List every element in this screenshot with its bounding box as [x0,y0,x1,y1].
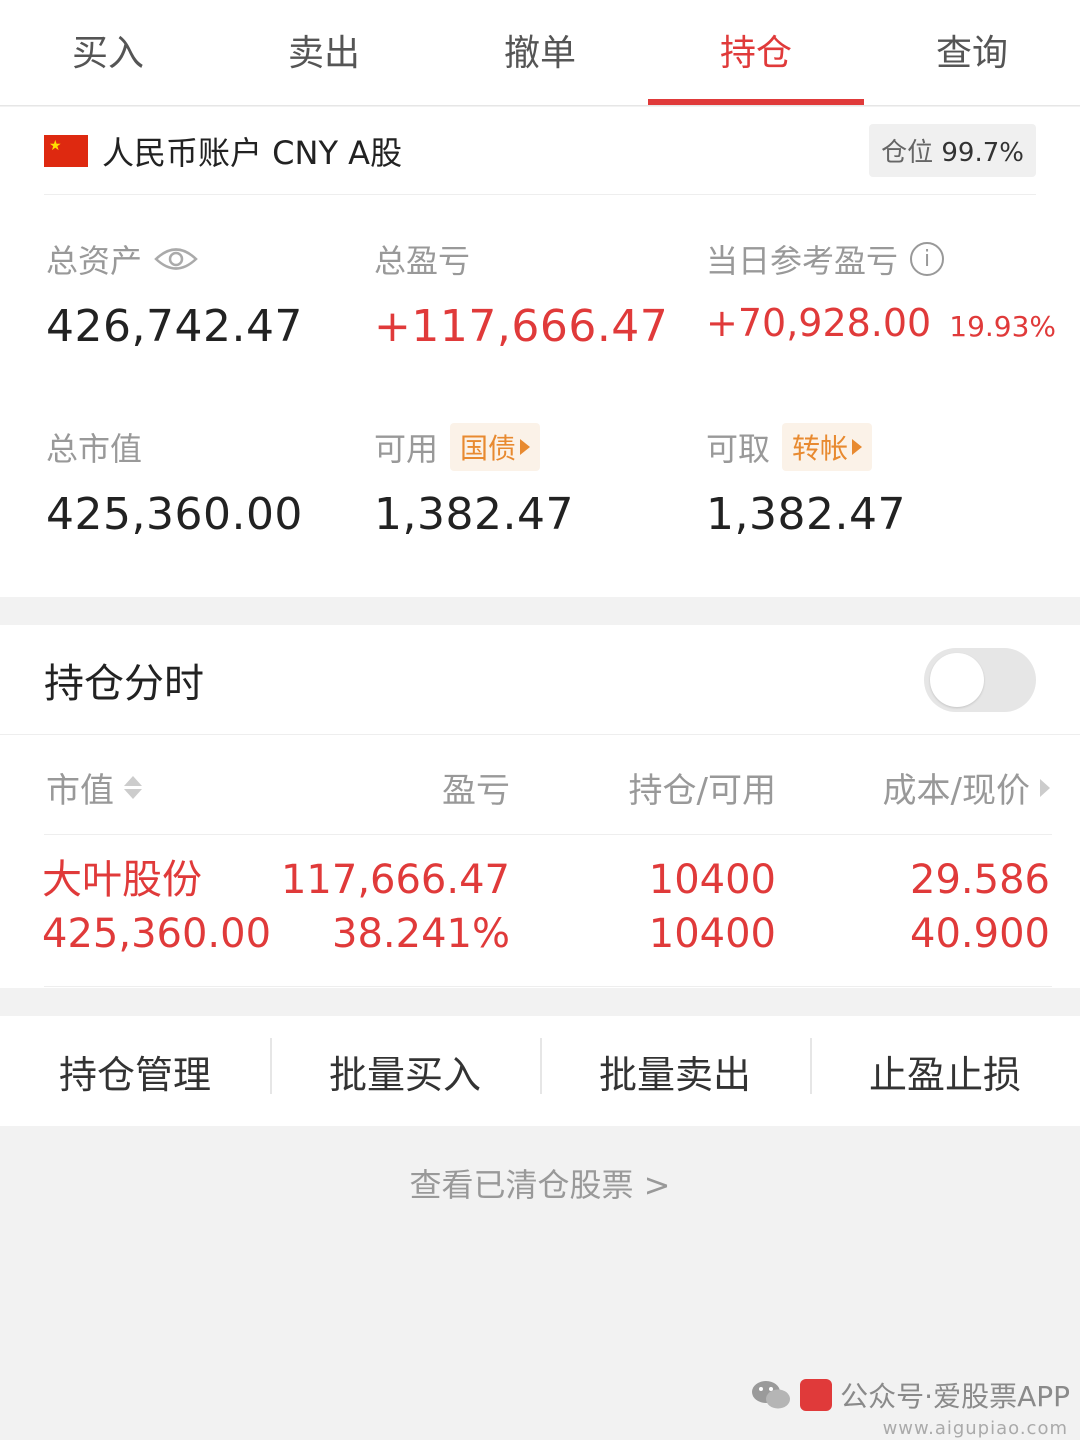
table-row[interactable]: 大叶股份 425,360.00 117,666.47 38.241% 10400… [42,835,1052,987]
account-row: 人民币账户 CNY A股 仓位 99.7% [44,107,1036,195]
stock-pnl-percent: 38.241% [332,911,510,957]
tab-query[interactable]: 查询 [864,0,1080,105]
batch-buy-button[interactable]: 批量买入 [270,1037,540,1099]
stock-pnl: 117,666.47 [280,857,510,903]
total-pnl-label: 总盈亏 [374,242,471,280]
holdings-column-header: 市值 盈亏 持仓/可用 成本/现价 [44,735,1052,835]
stock-price: 40.900 [910,911,1050,957]
withdrawable-block: 可取 转帐 1,382.47 [706,423,906,540]
holdings-timeshare-toggle[interactable] [924,647,1036,712]
holdings-title: 持仓分时 [44,660,204,707]
holding-cost-cell: 29.586 40.900 [910,853,1050,961]
market-value-block: 总市值 425,360.00 [46,427,303,540]
today-pnl-value: +70,928.00 [706,301,932,345]
position-badge: 仓位 99.7% [869,124,1036,177]
position-label: 仓位 [881,138,934,168]
stock-cost: 29.586 [910,857,1050,903]
stock-available: 10400 [648,911,776,957]
bond-tag-button[interactable]: 国债 [450,423,541,471]
total-pnl-block: 总盈亏 +117,666.47 [374,239,668,352]
total-assets-block: 总资产 426,742.47 [46,239,303,352]
account-name: 人民币账户 CNY A股 [102,133,403,172]
available-value: 1,382.47 [374,489,574,540]
position-value: 99.7% [941,138,1024,168]
stock-market-value: 425,360.00 [42,911,272,957]
column-pnl-label: 盈亏 [442,771,510,811]
today-pnl-label: 当日参考盈亏 [706,242,899,280]
holdings-card: 持仓分时 市值 盈亏 持仓/可用 成本/现价 大叶股份 425,360.00 1… [0,625,1080,988]
tab-sell[interactable]: 卖出 [216,0,432,105]
toggle-knob [930,652,984,707]
holding-position-cell: 10400 10400 [649,853,776,961]
watermark: 公众号·爱股票APP [750,1375,1070,1415]
batch-sell-button[interactable]: 批量卖出 [540,1037,810,1099]
transfer-tag-button[interactable]: 转帐 [782,423,873,471]
holdings-action-bar: 持仓管理 批量买入 批量卖出 止盈止损 [0,1016,1080,1126]
account-summary-card: 人民币账户 CNY A股 仓位 99.7% 总资产 426,742.47 总盈亏… [0,107,1080,597]
info-icon[interactable]: i [910,242,945,276]
transfer-tag-label: 转帐 [792,432,849,465]
view-cleared-stocks-link[interactable]: 查看已清仓股票 > [0,1160,1080,1206]
market-value-value: 425,360.00 [46,489,303,540]
withdrawable-label: 可取 [706,430,771,468]
bond-tag-label: 国债 [460,432,517,465]
wechat-icon [752,1381,791,1409]
holding-pnl-cell: 117,666.47 38.241% [281,853,510,961]
top-tab-bar: 买入 卖出 撤单 持仓 查询 [0,0,1080,106]
play-arrow-icon [852,439,863,455]
play-arrow-icon [520,439,531,455]
watermark-site: www.aigupiao.com [882,1418,1068,1439]
column-market-value-label: 市值 [46,771,114,811]
withdrawable-value: 1,382.47 [706,489,906,540]
total-pnl-value: +117,666.47 [374,301,669,352]
china-flag-icon [44,134,88,167]
market-value-label: 总市值 [46,430,143,468]
stock-name: 大叶股份 [42,857,202,903]
app-logo-icon [800,1379,833,1411]
column-position-label: 持仓/可用 [628,771,776,811]
today-pnl-block: 当日参考盈亏 i +70,928.00 19.93% [706,239,1056,345]
available-label: 可用 [374,430,439,468]
stock-position: 10400 [648,857,776,903]
tab-cancel[interactable]: 撤单 [432,0,648,105]
column-cost-price-label: 成本/现价 [882,771,1030,811]
sort-icon [124,776,142,799]
eye-icon[interactable] [154,246,198,272]
tab-buy[interactable]: 买入 [0,0,216,105]
holdings-header: 持仓分时 [0,625,1080,735]
available-block: 可用 国债 1,382.47 [374,423,574,540]
column-position: 持仓/可用 [629,763,776,812]
watermark-text: 公众号·爱股票APP [840,1380,1070,1413]
total-assets-value: 426,742.47 [46,301,303,352]
holding-name-cell: 大叶股份 425,360.00 [42,853,271,961]
today-pnl-percent: 19.93% [949,310,1057,343]
position-management-button[interactable]: 持仓管理 [0,1044,270,1099]
total-assets-label: 总资产 [46,242,143,280]
column-pnl: 盈亏 [442,763,510,812]
chevron-right-icon [1040,778,1050,797]
column-market-value[interactable]: 市值 [46,763,142,812]
column-cost-price[interactable]: 成本/现价 [883,763,1050,812]
tab-holdings[interactable]: 持仓 [648,0,864,105]
stop-profit-loss-button[interactable]: 止盈止损 [810,1037,1080,1099]
